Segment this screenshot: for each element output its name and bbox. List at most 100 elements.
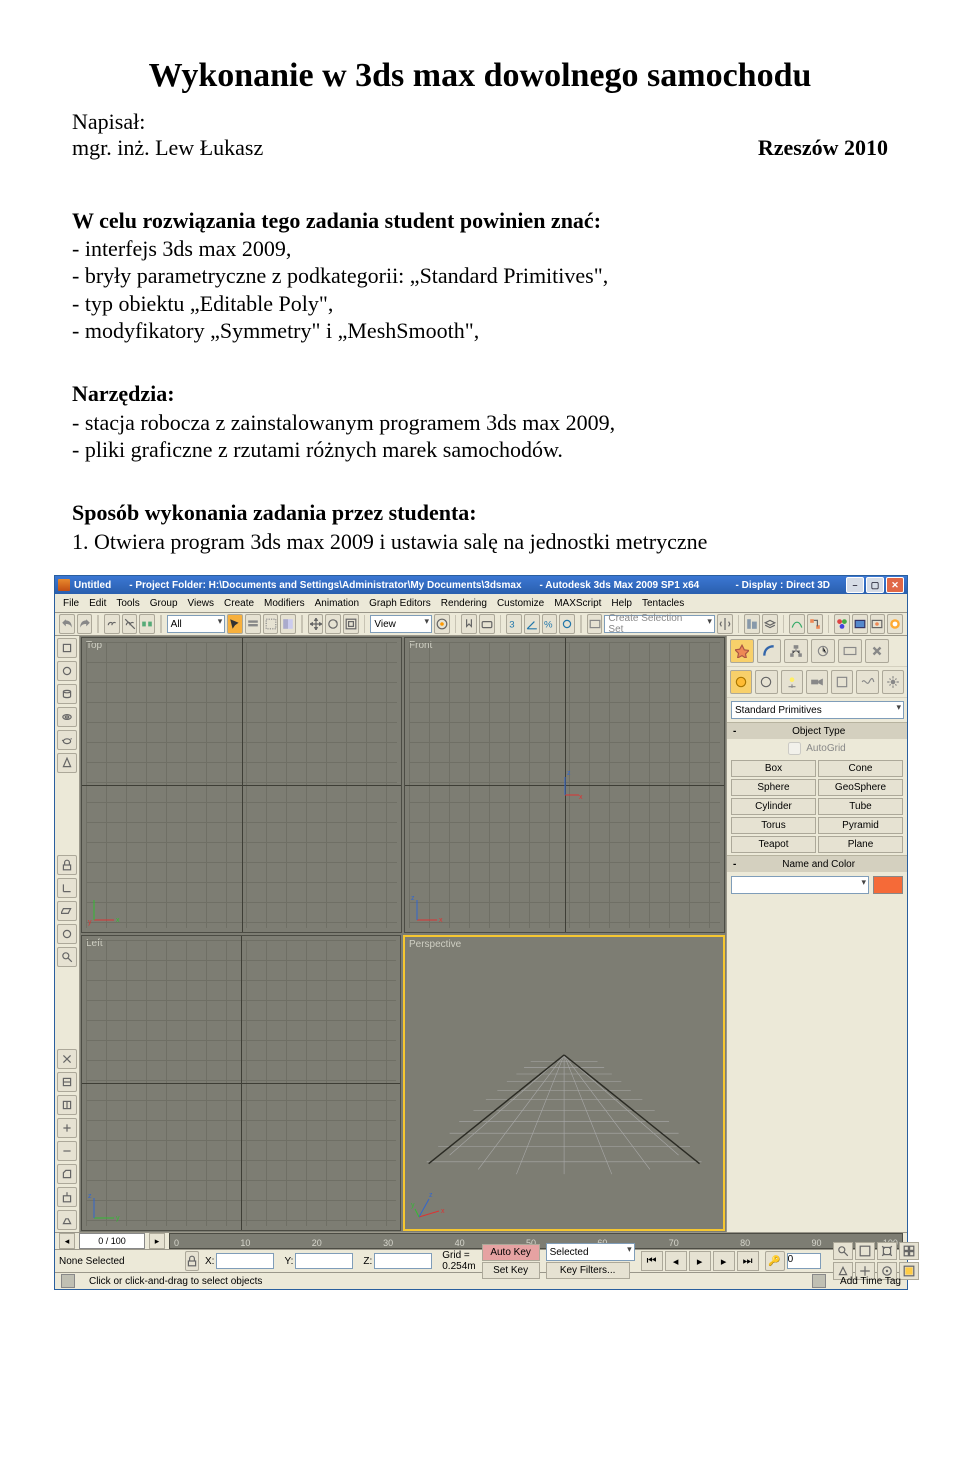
menu-customize[interactable]: Customize	[493, 598, 548, 609]
object-type-header[interactable]: -Object Type	[727, 722, 907, 739]
render-frame-icon[interactable]	[870, 614, 886, 634]
menubar[interactable]: File Edit Tools Group Views Create Modif…	[55, 594, 907, 613]
obj-tube-button[interactable]: Tube	[818, 798, 903, 815]
display-tab-icon[interactable]	[838, 639, 862, 663]
viewport-perspective[interactable]: Perspective	[403, 935, 725, 1231]
close-button[interactable]: ✕	[886, 577, 904, 593]
time-next-icon[interactable]: ▸	[149, 1233, 165, 1249]
rail-teapot-icon[interactable]	[57, 730, 77, 750]
schematic-view-icon[interactable]	[807, 614, 823, 634]
spinner-snap-icon[interactable]	[559, 614, 575, 634]
shapes-icon[interactable]	[755, 670, 777, 694]
minimize-button[interactable]: –	[846, 577, 864, 593]
keymode-combo[interactable]: Selected	[546, 1243, 635, 1261]
rail-lock-icon[interactable]	[57, 855, 77, 875]
menu-tentacles[interactable]: Tentacles	[638, 598, 688, 609]
layers-icon[interactable]	[762, 614, 778, 634]
rotate-icon[interactable]	[325, 614, 341, 634]
name-color-header[interactable]: -Name and Color	[727, 855, 907, 872]
obj-cylinder-button[interactable]: Cylinder	[731, 798, 816, 815]
move-icon[interactable]	[308, 614, 324, 634]
scale-icon[interactable]	[343, 614, 359, 634]
addtimetag-button[interactable]: Add Time Tag	[840, 1276, 901, 1287]
angle-snap-icon[interactable]	[524, 614, 540, 634]
menu-tools[interactable]: Tools	[112, 598, 143, 609]
zoom-extents-icon[interactable]	[877, 1242, 897, 1260]
rail-axis-icon[interactable]	[57, 878, 77, 898]
rail-box-icon[interactable]	[57, 638, 77, 658]
render-icon[interactable]	[887, 614, 903, 634]
snap-settings-icon[interactable]	[812, 1274, 826, 1288]
script-listener-icon[interactable]	[61, 1274, 75, 1288]
cameras-icon[interactable]	[806, 670, 828, 694]
goto-start-icon[interactable]: ⏮	[641, 1251, 663, 1271]
motion-tab-icon[interactable]	[811, 639, 835, 663]
modify-tab-icon[interactable]	[757, 639, 781, 663]
rail-slice-icon[interactable]	[57, 1049, 77, 1069]
category-combo[interactable]: Standard Primitives	[731, 701, 904, 719]
rail-ring-icon[interactable]	[57, 1095, 77, 1115]
obj-teapot-button[interactable]: Teapot	[731, 836, 816, 853]
rail-extrude-icon[interactable]	[57, 1187, 77, 1207]
autokey-button[interactable]: Auto Key	[482, 1244, 540, 1261]
menu-rendering[interactable]: Rendering	[437, 598, 491, 609]
select-object-icon[interactable]	[227, 614, 243, 634]
zoom-extents-all-icon[interactable]	[899, 1242, 919, 1260]
play-icon[interactable]: ▸	[689, 1251, 711, 1271]
obj-torus-button[interactable]: Torus	[731, 817, 816, 834]
rail-cylinder-icon[interactable]	[57, 684, 77, 704]
time-slider[interactable]: 0 / 100	[79, 1233, 145, 1249]
undo-icon[interactable]	[59, 614, 75, 634]
geometry-icon[interactable]	[730, 670, 752, 694]
rail-torus-icon[interactable]	[57, 707, 77, 727]
menu-modifiers[interactable]: Modifiers	[260, 598, 309, 609]
menu-file[interactable]: File	[59, 598, 83, 609]
rail-shrink-icon[interactable]	[57, 1141, 77, 1161]
maximize-button[interactable]: ▢	[866, 577, 884, 593]
menu-maxscript[interactable]: MAXScript	[550, 598, 605, 609]
systems-icon[interactable]	[882, 670, 904, 694]
autogrid-checkbox[interactable]	[788, 742, 801, 755]
menu-animation[interactable]: Animation	[311, 598, 363, 609]
manipulate-icon[interactable]	[461, 614, 477, 634]
select-region-icon[interactable]	[263, 614, 279, 634]
zoom-all-icon[interactable]	[855, 1242, 875, 1260]
viewport-left[interactable]: Left zy	[81, 935, 401, 1231]
menu-create[interactable]: Create	[220, 598, 258, 609]
rail-cone-icon[interactable]	[57, 753, 77, 773]
selection-filter[interactable]: All	[167, 615, 226, 633]
menu-help[interactable]: Help	[607, 598, 636, 609]
render-setup-icon[interactable]	[852, 614, 868, 634]
bind-icon[interactable]	[139, 614, 155, 634]
current-frame-input[interactable]: 0	[787, 1253, 821, 1269]
rail-rotate-icon[interactable]	[57, 924, 77, 944]
menu-views[interactable]: Views	[184, 598, 219, 609]
align-icon[interactable]	[744, 614, 760, 634]
menu-group[interactable]: Group	[146, 598, 182, 609]
zoom-icon[interactable]	[833, 1242, 853, 1260]
obj-geosphere-button[interactable]: GeoSphere	[818, 779, 903, 796]
obj-sphere-button[interactable]: Sphere	[731, 779, 816, 796]
spacewarps-icon[interactable]	[856, 670, 878, 694]
viewport-top[interactable]: Top yx	[81, 637, 402, 933]
selection-lock-icon[interactable]	[185, 1251, 199, 1271]
ref-coord-combo[interactable]: View	[370, 615, 432, 633]
hierarchy-tab-icon[interactable]	[784, 639, 808, 663]
coord-y-input[interactable]	[295, 1253, 353, 1269]
rail-sphere-icon[interactable]	[57, 661, 77, 681]
color-swatch[interactable]	[873, 876, 903, 894]
named-selection-icon[interactable]	[587, 614, 603, 634]
lights-icon[interactable]	[781, 670, 803, 694]
rail-loop-icon[interactable]	[57, 1072, 77, 1092]
menu-edit[interactable]: Edit	[85, 598, 110, 609]
key-icon[interactable]: 🔑	[765, 1251, 785, 1271]
obj-cone-button[interactable]: Cone	[818, 760, 903, 777]
material-editor-icon[interactable]	[834, 614, 850, 634]
rail-chamfer-icon[interactable]	[57, 1164, 77, 1184]
obj-box-button[interactable]: Box	[731, 760, 816, 777]
create-tab-icon[interactable]	[730, 639, 754, 663]
mirror-icon[interactable]	[717, 614, 733, 634]
coord-z-input[interactable]	[374, 1253, 432, 1269]
link-icon[interactable]	[104, 614, 120, 634]
percent-snap-icon[interactable]: %	[542, 614, 558, 634]
